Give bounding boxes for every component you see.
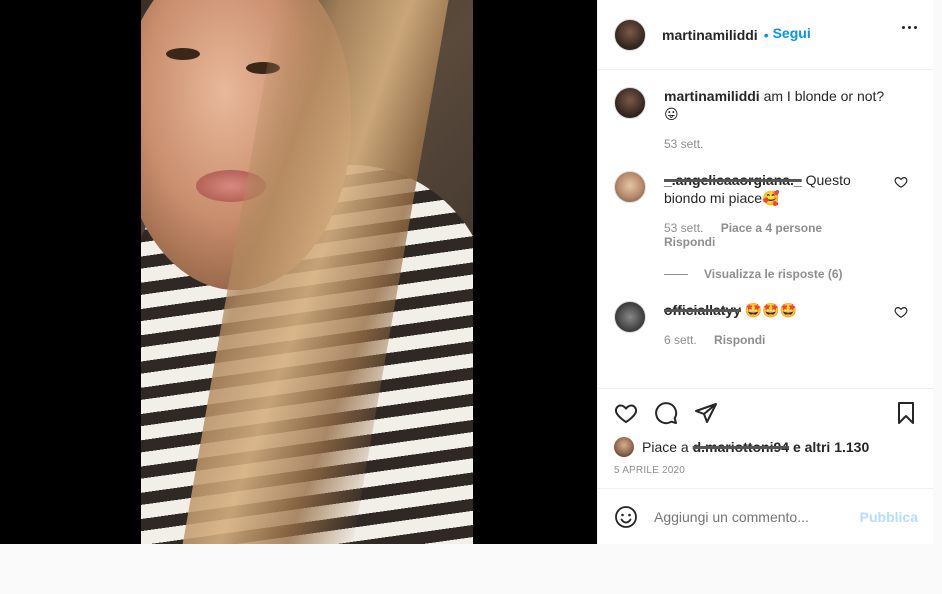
heart-icon[interactable] (614, 401, 638, 425)
author-avatar[interactable] (614, 18, 646, 51)
caption-time[interactable]: 53 sett. (664, 137, 703, 151)
caption-username[interactable]: martinamiliddi (664, 88, 760, 104)
comment-username[interactable]: _.angelicaaorgiana._ (664, 172, 802, 188)
publish-button[interactable]: Pubblica (860, 509, 918, 525)
post-sidebar: martinamiliddi • Segui martinamiliddi am… (597, 0, 934, 544)
replies-line (664, 273, 688, 275)
post-header: martinamiliddi • Segui (598, 0, 933, 70)
commenter-avatar[interactable] (614, 301, 646, 333)
emoji-icon[interactable] (614, 505, 638, 529)
likes-others[interactable]: e altri 1.130 (793, 439, 869, 455)
comment-heart-icon[interactable] (894, 175, 908, 189)
likes-user[interactable]: d.mariottoni94 (693, 439, 789, 455)
comment-input[interactable] (654, 508, 860, 525)
view-replies-button[interactable]: Visualizza le risposte (6) (664, 267, 918, 281)
comments-list[interactable]: martinamiliddi am I blonde or not? 😛 53 … (598, 71, 934, 388)
post-date[interactable]: 5 APRILE 2020 (614, 465, 918, 476)
comment-text: 🤩🤩🤩 (744, 302, 798, 318)
comment-item: _.angelicaaorgiana._ Questo biondo mi pi… (614, 171, 918, 249)
post-actions: Piace a d.mariottoni94 e altri 1.130 5 A… (598, 388, 934, 488)
reply-button[interactable]: Rispondi (664, 235, 715, 249)
comment-username[interactable]: officiallatyy (664, 302, 741, 318)
share-icon[interactable] (694, 401, 718, 425)
author-avatar[interactable] (614, 87, 646, 119)
comment-icon[interactable] (654, 401, 678, 425)
comment-likes[interactable]: Piace a 4 persone (721, 221, 822, 235)
add-comment-bar: Pubblica (598, 488, 934, 544)
post-media (0, 0, 597, 544)
comment-item: officiallatyy 🤩🤩🤩 6 sett. Rispondi (614, 301, 918, 347)
follow-button[interactable]: Segui (773, 25, 811, 41)
separator-dot: • (763, 26, 769, 43)
comment-time[interactable]: 6 sett. (664, 333, 697, 347)
view-replies-label[interactable]: Visualizza le risposte (6) (704, 267, 843, 281)
post-modal: martinamiliddi • Segui martinamiliddi am… (0, 0, 934, 544)
reply-button[interactable]: Rispondi (714, 333, 765, 347)
more-icon[interactable] (902, 26, 917, 29)
author-username[interactable]: martinamiliddi (662, 27, 758, 43)
commenter-avatar[interactable] (614, 171, 646, 203)
post-photo[interactable] (141, 0, 473, 544)
comment-time[interactable]: 53 sett. (664, 221, 703, 235)
eye-left (166, 48, 200, 60)
caption: martinamiliddi am I blonde or not? 😛 53 … (614, 87, 918, 151)
comment-heart-icon[interactable] (894, 305, 908, 319)
likes-prefix: Piace a (642, 439, 689, 455)
save-icon[interactable] (894, 401, 918, 425)
liker-avatar[interactable] (614, 437, 634, 457)
likes-summary: Piace a d.mariottoni94 e altri 1.130 (614, 437, 918, 457)
